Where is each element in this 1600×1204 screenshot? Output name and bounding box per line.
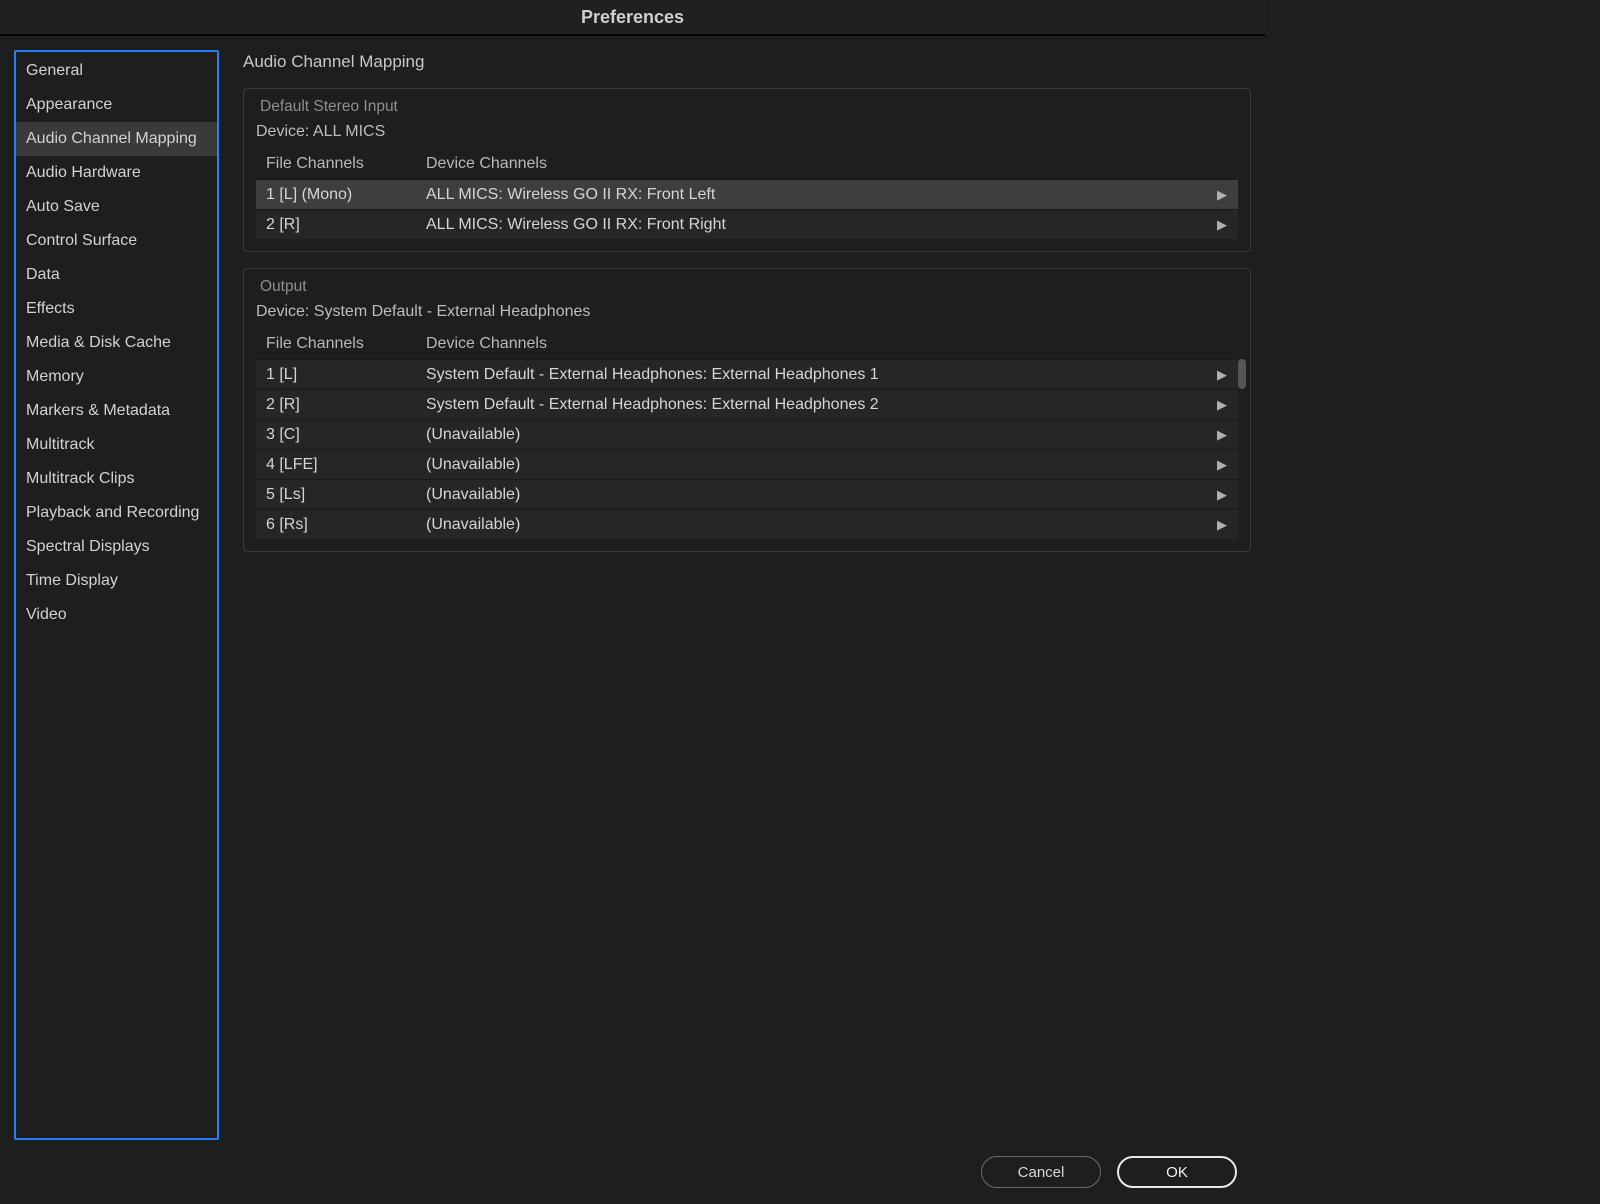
sidebar-item[interactable]: Audio Channel Mapping	[16, 122, 217, 156]
footer: Cancel OK	[0, 1140, 1265, 1204]
table-row[interactable]: 2 [R]ALL MICS: Wireless GO II RX: Front …	[256, 209, 1238, 239]
chevron-right-icon[interactable]: ▶	[1206, 457, 1238, 473]
sidebar-item[interactable]: Audio Hardware	[16, 156, 217, 190]
table-row[interactable]: 6 [Rs](Unavailable)▶	[256, 509, 1238, 539]
file-channel-cell: 1 [L]	[256, 366, 426, 384]
chevron-right-icon[interactable]: ▶	[1206, 217, 1238, 233]
main-panel: Audio Channel Mapping Default Stereo Inp…	[243, 50, 1251, 1140]
file-channel-cell: 1 [L] (Mono)	[256, 186, 426, 204]
file-channel-cell: 2 [R]	[256, 396, 426, 414]
device-channel-cell: (Unavailable)	[426, 486, 1206, 504]
sidebar-item[interactable]: Memory	[16, 360, 217, 394]
chevron-right-icon[interactable]: ▶	[1206, 397, 1238, 413]
input-table: File Channels Device Channels 1 [L] (Mon…	[256, 151, 1238, 239]
sidebar-item[interactable]: Multitrack	[16, 428, 217, 462]
cancel-label: Cancel	[1018, 1164, 1065, 1181]
window-title: Preferences	[581, 7, 684, 28]
col-device-header: Device Channels	[426, 335, 1206, 353]
file-channel-cell: 3 [C]	[256, 426, 426, 444]
file-channel-cell: 4 [LFE]	[256, 456, 426, 474]
device-channel-cell: (Unavailable)	[426, 456, 1206, 474]
output-table-header: File Channels Device Channels	[256, 331, 1238, 359]
chevron-right-icon[interactable]: ▶	[1206, 487, 1238, 503]
input-device-label: Device: ALL MICS	[256, 123, 1238, 141]
sidebar-item[interactable]: Multitrack Clips	[16, 462, 217, 496]
output-section: Output Device: System Default - External…	[243, 268, 1251, 552]
table-row[interactable]: 3 [C](Unavailable)▶	[256, 419, 1238, 449]
sidebar-item[interactable]: Data	[16, 258, 217, 292]
sidebar-item[interactable]: Effects	[16, 292, 217, 326]
page-title: Audio Channel Mapping	[243, 52, 1251, 72]
cancel-button[interactable]: Cancel	[981, 1156, 1101, 1188]
col-file-header: File Channels	[256, 335, 426, 353]
ok-label: OK	[1166, 1164, 1188, 1181]
table-row[interactable]: 4 [LFE](Unavailable)▶	[256, 449, 1238, 479]
table-row[interactable]: 5 [Ls](Unavailable)▶	[256, 479, 1238, 509]
sidebar-item[interactable]: Auto Save	[16, 190, 217, 224]
col-device-header: Device Channels	[426, 155, 1206, 173]
ok-button[interactable]: OK	[1117, 1156, 1237, 1188]
table-row[interactable]: 1 [L]System Default - External Headphone…	[256, 359, 1238, 389]
sidebar-item[interactable]: Time Display	[16, 564, 217, 598]
table-row[interactable]: 2 [R]System Default - External Headphone…	[256, 389, 1238, 419]
chevron-right-icon[interactable]: ▶	[1206, 187, 1238, 203]
body: GeneralAppearanceAudio Channel MappingAu…	[0, 36, 1265, 1140]
sidebar-item[interactable]: General	[16, 54, 217, 88]
device-channel-cell: (Unavailable)	[426, 516, 1206, 534]
file-channel-cell: 5 [Ls]	[256, 486, 426, 504]
input-table-body: 1 [L] (Mono)ALL MICS: Wireless GO II RX:…	[256, 179, 1238, 239]
sidebar-item[interactable]: Spectral Displays	[16, 530, 217, 564]
output-table-body: 1 [L]System Default - External Headphone…	[256, 359, 1238, 539]
chevron-right-icon[interactable]: ▶	[1206, 427, 1238, 443]
device-channel-cell: (Unavailable)	[426, 426, 1206, 444]
device-channel-cell: ALL MICS: Wireless GO II RX: Front Right	[426, 216, 1206, 234]
sidebar-item[interactable]: Playback and Recording	[16, 496, 217, 530]
scrollbar[interactable]	[1238, 359, 1246, 389]
output-table: File Channels Device Channels 1 [L]Syste…	[256, 331, 1238, 539]
output-legend: Output	[256, 278, 311, 296]
sidebar-item[interactable]: Control Surface	[16, 224, 217, 258]
chevron-right-icon[interactable]: ▶	[1206, 367, 1238, 383]
preferences-sidebar: GeneralAppearanceAudio Channel MappingAu…	[14, 50, 219, 1140]
output-device-label: Device: System Default - External Headph…	[256, 303, 1238, 321]
file-channel-cell: 2 [R]	[256, 216, 426, 234]
sidebar-item[interactable]: Markers & Metadata	[16, 394, 217, 428]
col-file-header: File Channels	[256, 155, 426, 173]
file-channel-cell: 6 [Rs]	[256, 516, 426, 534]
device-channel-cell: ALL MICS: Wireless GO II RX: Front Left	[426, 186, 1206, 204]
table-row[interactable]: 1 [L] (Mono)ALL MICS: Wireless GO II RX:…	[256, 179, 1238, 209]
input-legend: Default Stereo Input	[256, 98, 402, 116]
input-table-header: File Channels Device Channels	[256, 151, 1238, 179]
input-section: Default Stereo Input Device: ALL MICS Fi…	[243, 88, 1251, 252]
sidebar-item[interactable]: Appearance	[16, 88, 217, 122]
window-titlebar: Preferences	[0, 0, 1265, 36]
device-channel-cell: System Default - External Headphones: Ex…	[426, 396, 1206, 414]
sidebar-item[interactable]: Video	[16, 598, 217, 632]
device-channel-cell: System Default - External Headphones: Ex…	[426, 366, 1206, 384]
chevron-right-icon[interactable]: ▶	[1206, 517, 1238, 533]
sidebar-item[interactable]: Media & Disk Cache	[16, 326, 217, 360]
